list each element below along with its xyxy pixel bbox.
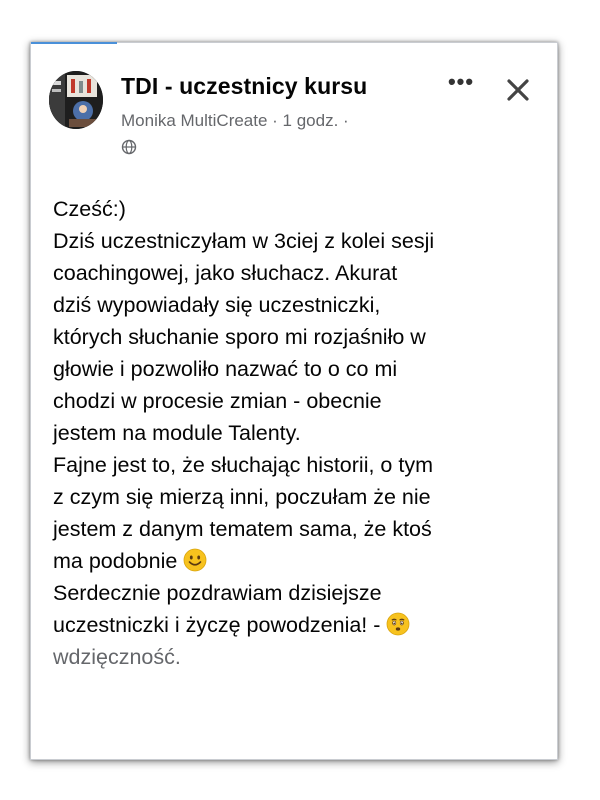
post-header: TDI - uczestnicy kursu Monika MultiCreat… xyxy=(49,69,549,171)
post-line: Serdecznie pozdrawiam dzisiejsze xyxy=(53,581,382,605)
post-line: jestem z danym tematem sama, że ktoś xyxy=(53,517,432,541)
post-body: Cześć:) Dziś uczestniczyłam w 3ciej z ko… xyxy=(53,193,553,673)
smiling-face-emoji-icon xyxy=(183,548,207,572)
post-line: z czym się mierzą inni, poczułam że nie xyxy=(53,485,431,509)
post-line-text: uczestniczki i życzę powodzenia! - xyxy=(53,613,381,637)
more-options-button[interactable]: ••• xyxy=(441,69,481,99)
post-line: jestem na module Talenty. xyxy=(53,421,301,445)
post-line: których słuchanie sporo mi rozjaśniło w xyxy=(53,325,426,349)
post-line: Dziś uczestniczyłam w 3ciej z kolei sesj… xyxy=(53,229,435,253)
post-meta: Monika MultiCreate · 1 godz. · xyxy=(121,111,349,130)
close-icon[interactable] xyxy=(501,73,535,107)
globe-icon xyxy=(121,139,137,155)
post-line-with-emoji: uczestniczki i życzę powodzenia! - xyxy=(53,609,553,641)
post-card: TDI - uczestnicy kursu Monika MultiCreat… xyxy=(30,42,558,760)
top-accent-bar xyxy=(31,42,117,44)
post-line: Cześć:) xyxy=(53,197,126,221)
post-line: dziś wypowiadały się uczestniczki, xyxy=(53,293,381,317)
grateful-face-emoji-icon xyxy=(386,612,410,636)
group-title[interactable]: TDI - uczestnicy kursu xyxy=(121,73,367,100)
post-trailing-word: wdzięczność. xyxy=(53,645,181,669)
post-line: coachingowej, jako słuchacz. Akurat xyxy=(53,261,398,285)
post-line-text: ma podobnie xyxy=(53,549,178,573)
post-line: Fajne jest to, że słuchając historii, o … xyxy=(53,453,433,477)
group-avatar[interactable] xyxy=(49,71,103,129)
post-line: głowie i pozwoliło nazwać to o co mi xyxy=(53,357,398,381)
post-line: chodzi w procesie zmian - obecnie xyxy=(53,389,382,413)
post-line-with-emoji: ma podobnie xyxy=(53,545,553,577)
screenshot-page: TDI - uczestnicy kursu Monika MultiCreat… xyxy=(0,0,600,800)
